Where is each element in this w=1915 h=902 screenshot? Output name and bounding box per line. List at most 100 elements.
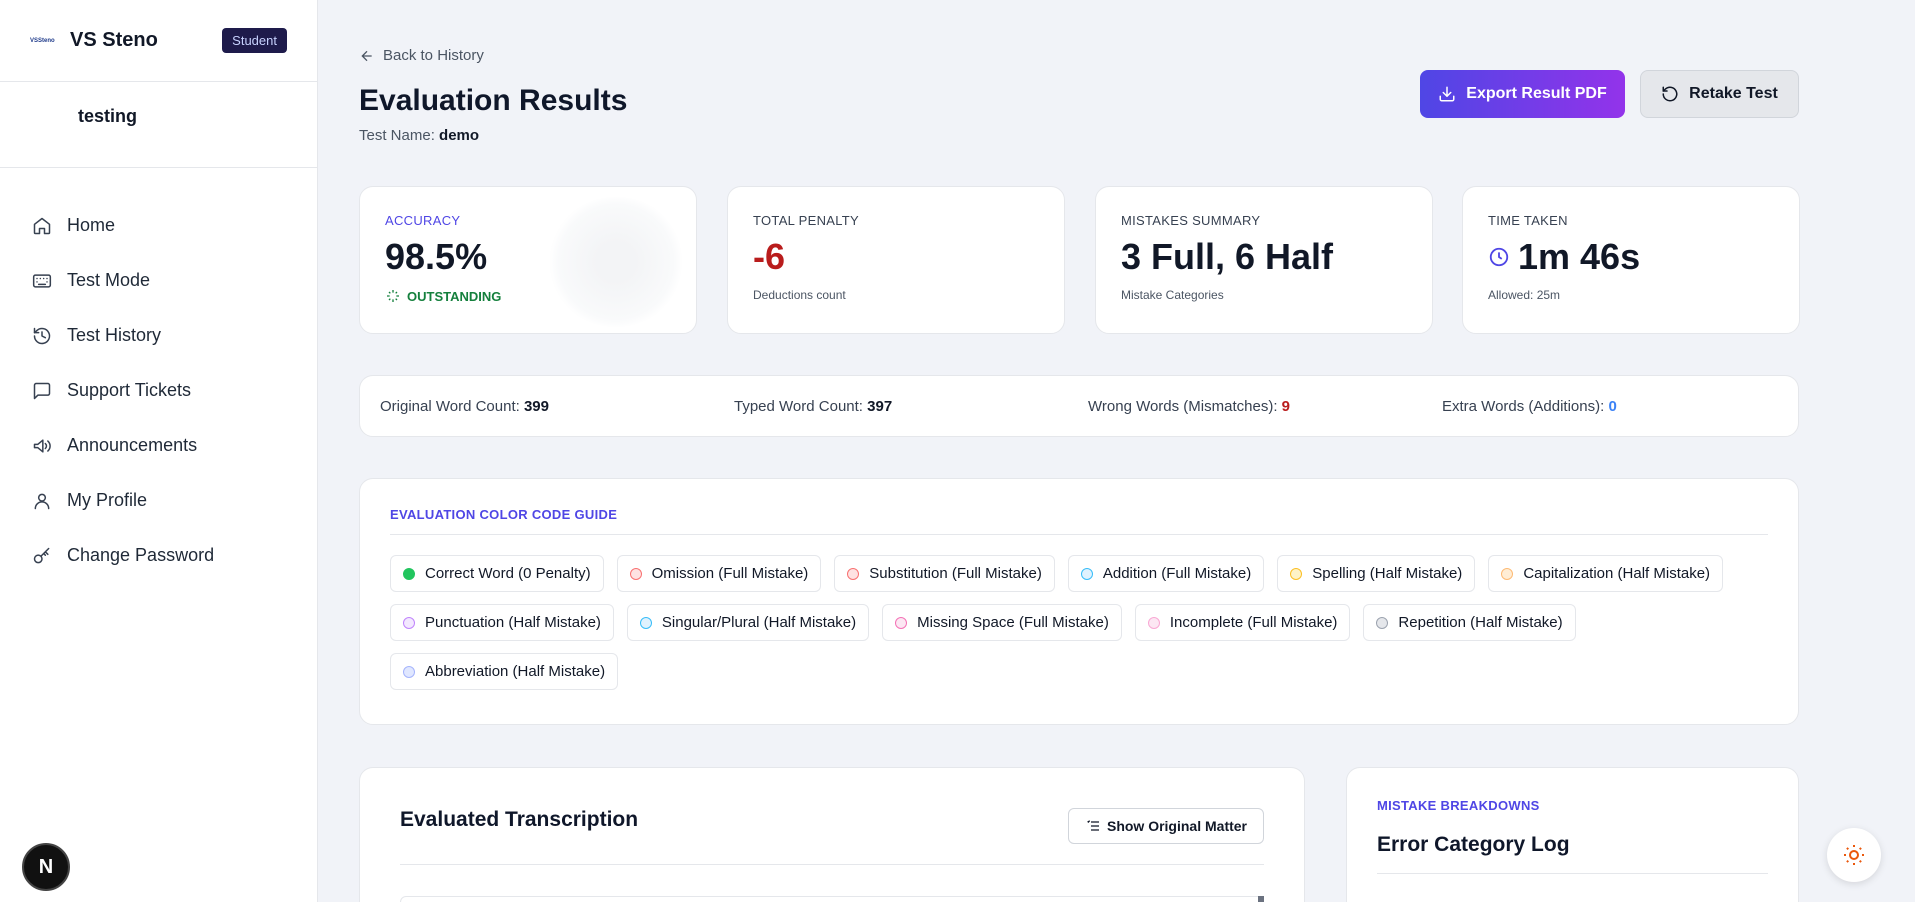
color-dot-icon bbox=[1080, 567, 1093, 580]
time-card: TIME TAKEN 1m 46s Allowed: 25m bbox=[1462, 186, 1800, 334]
color-dot-icon bbox=[1147, 616, 1160, 629]
original-word-count: Original Word Count: 399 bbox=[380, 398, 734, 415]
guide-chip-label: Singular/Plural (Half Mistake) bbox=[661, 614, 857, 631]
time-allowed: Allowed: 25m bbox=[1488, 288, 1561, 302]
penalty-label: TOTAL PENALTY bbox=[753, 213, 860, 228]
key-icon bbox=[33, 547, 50, 563]
sidebar-item-label: Change Password bbox=[67, 545, 215, 565]
guide-chip-label: Missing Space (Full Mistake) bbox=[917, 614, 1109, 631]
color-dot-icon bbox=[1376, 616, 1389, 629]
original-count-label: Original Word Count: bbox=[380, 397, 520, 415]
guide-chip-label: Correct Word (0 Penalty) bbox=[425, 565, 591, 582]
time-label: TIME TAKEN bbox=[1488, 213, 1568, 228]
refresh-icon bbox=[1662, 86, 1678, 102]
arrow-left-icon bbox=[361, 50, 372, 61]
color-dot-icon bbox=[629, 567, 642, 580]
page-title: Evaluation Results bbox=[359, 84, 628, 117]
breakdown-label: MISTAKE BREAKDOWNS bbox=[1377, 798, 1540, 813]
brand-name[interactable]: VS Steno bbox=[70, 29, 158, 52]
wrong-word-count: Wrong Words (Mismatches): 9 bbox=[1088, 398, 1442, 415]
sidebar-item-label: Home bbox=[67, 215, 116, 235]
scrollbar[interactable] bbox=[1258, 896, 1264, 902]
history-icon bbox=[33, 327, 51, 344]
brand-logo[interactable]: VSSteno bbox=[30, 34, 58, 48]
sidebar-item-announcements[interactable]: Announcements bbox=[0, 418, 317, 473]
sidebar-item-label: Announcements bbox=[67, 435, 198, 455]
guide-chip: Repetition (Half Mistake) bbox=[1363, 604, 1576, 641]
sidebar-item-label: Test History bbox=[67, 325, 162, 345]
sidebar-item-change-password[interactable]: Change Password bbox=[0, 528, 317, 583]
color-dot-icon bbox=[1501, 567, 1514, 580]
extra-count-value: 0 bbox=[1608, 397, 1617, 415]
download-icon bbox=[1439, 86, 1455, 102]
guide-chip-label: Spelling (Half Mistake) bbox=[1312, 565, 1463, 582]
export-pdf-label: Export Result PDF bbox=[1466, 85, 1607, 102]
sidebar-nav: Home Test Mode Test History Support Tick… bbox=[0, 168, 317, 583]
back-to-history-link[interactable]: Back to History bbox=[359, 47, 484, 64]
penalty-value: -6 bbox=[753, 236, 786, 277]
test-name-label: Test Name: bbox=[359, 127, 435, 144]
guide-chip: Correct Word (0 Penalty) bbox=[390, 555, 604, 592]
guide-chip-label: Incomplete (Full Mistake) bbox=[1169, 614, 1338, 631]
test-name: Test Name: demo bbox=[359, 127, 479, 144]
mistakes-card: MISTAKES SUMMARY 3 Full, 6 Half Mistake … bbox=[1095, 186, 1433, 334]
guide-chip-list: Correct Word (0 Penalty) Omission (Full M… bbox=[390, 555, 1790, 702]
clock-icon bbox=[1489, 247, 1509, 267]
guide-title: EVALUATION COLOR CODE GUIDE bbox=[390, 507, 1768, 535]
word-count-bar: Original Word Count: 399 Typed Word Coun… bbox=[359, 375, 1799, 437]
list-icon bbox=[1087, 820, 1099, 831]
typed-word-count: Typed Word Count: 397 bbox=[734, 398, 1088, 415]
divider bbox=[1377, 873, 1768, 874]
color-dot-icon bbox=[403, 567, 415, 580]
extra-word-count: Extra Words (Additions): 0 bbox=[1442, 398, 1796, 415]
transcription-text-area[interactable] bbox=[400, 896, 1264, 902]
sidebar-item-test-history[interactable]: Test History bbox=[0, 308, 317, 363]
show-original-button[interactable]: Show Original Matter bbox=[1067, 808, 1264, 844]
wrong-count-value: 9 bbox=[1281, 397, 1291, 415]
sidebar-item-home[interactable]: Home bbox=[0, 198, 317, 253]
sidebar-item-my-profile[interactable]: My Profile bbox=[0, 473, 317, 528]
sidebar-item-label: Support Tickets bbox=[67, 380, 192, 400]
brand-header: VSSteno VS Steno Student bbox=[0, 0, 317, 82]
mistakes-value: 3 Full, 6 Half bbox=[1121, 236, 1334, 277]
next-badge[interactable]: N bbox=[22, 843, 70, 891]
theme-toggle-button[interactable] bbox=[1827, 828, 1881, 882]
original-count-value: 399 bbox=[523, 397, 549, 415]
breakdown-title: Error Category Log bbox=[1377, 833, 1570, 856]
guide-chip-label: Addition (Full Mistake) bbox=[1102, 565, 1252, 582]
user-icon bbox=[34, 493, 50, 509]
color-dot-icon bbox=[403, 616, 415, 629]
sidebar: VSSteno VS Steno Student testing Home Te… bbox=[0, 0, 318, 902]
role-badge: Student bbox=[222, 28, 287, 53]
home-icon bbox=[33, 217, 51, 234]
wrong-count-label: Wrong Words (Mismatches): bbox=[1088, 397, 1278, 415]
sidebar-item-support-tickets[interactable]: Support Tickets bbox=[0, 363, 317, 418]
sidebar-item-test-mode[interactable]: Test Mode bbox=[0, 253, 317, 308]
back-link-label: Back to History bbox=[383, 47, 484, 64]
guide-chip-label: Abbreviation (Half Mistake) bbox=[425, 663, 606, 680]
accuracy-card: ACCURACY 98.5% OUTSTANDING bbox=[359, 186, 697, 334]
guide-chip: Abbreviation (Half Mistake) bbox=[390, 653, 619, 690]
user-name: testing bbox=[78, 106, 138, 126]
test-name-value: demo bbox=[439, 127, 480, 144]
retake-test-button[interactable]: Retake Test bbox=[1640, 70, 1799, 118]
guide-chip-label: Substitution (Full Mistake) bbox=[869, 565, 1042, 582]
guide-chip: Missing Space (Full Mistake) bbox=[882, 604, 1122, 641]
color-dot-icon bbox=[1290, 567, 1303, 580]
sidebar-item-label: My Profile bbox=[67, 490, 148, 510]
penalty-sub: Deductions count bbox=[753, 288, 846, 302]
guide-chip: Spelling (Half Mistake) bbox=[1277, 555, 1476, 592]
guide-chip: Omission (Full Mistake) bbox=[616, 555, 822, 592]
decorative-watermark bbox=[546, 197, 686, 327]
guide-chip: Substitution (Full Mistake) bbox=[834, 555, 1055, 592]
guide-chip-label: Omission (Full Mistake) bbox=[651, 565, 809, 582]
sun-icon bbox=[1844, 845, 1864, 865]
sidebar-item-label: Test Mode bbox=[67, 270, 151, 290]
accuracy-rating-label: OUTSTANDING bbox=[407, 288, 502, 304]
message-icon bbox=[33, 382, 51, 399]
transcription-panel: Evaluated Transcription Show Original Ma… bbox=[359, 767, 1305, 902]
retake-test-label: Retake Test bbox=[1689, 85, 1778, 102]
time-value: 1m 46s bbox=[1518, 236, 1641, 277]
guide-chip-label: Capitalization (Half Mistake) bbox=[1523, 565, 1711, 582]
export-pdf-button[interactable]: Export Result PDF bbox=[1420, 70, 1625, 118]
